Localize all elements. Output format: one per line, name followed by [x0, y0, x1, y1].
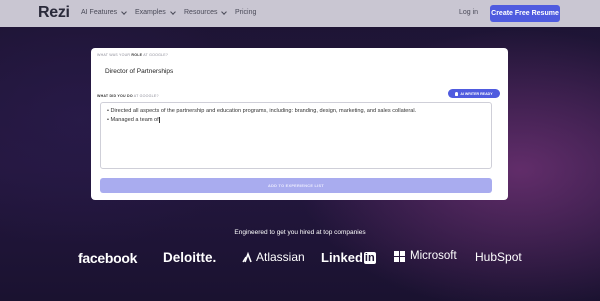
chevron-down-icon [221, 8, 228, 15]
bullet-line-text: • Managed a team of [107, 117, 159, 123]
atlassian-icon [242, 251, 252, 263]
chevron-down-icon [169, 8, 176, 15]
chevron-down-icon [121, 8, 128, 15]
did-label-suffix: AT GOOGLE? [132, 94, 159, 98]
microsoft-wordmark: Microsoft [410, 250, 457, 262]
facebook-logo: facebook [78, 250, 138, 266]
role-input[interactable]: Director of Partnerships [105, 68, 173, 75]
linkedin-in-box: in [363, 251, 376, 264]
microsoft-grid-icon [394, 250, 405, 262]
login-link[interactable]: Log in [459, 9, 478, 16]
add-to-experience-button[interactable]: ADD TO EXPERIENCE LIST [100, 178, 492, 193]
create-free-resume-button[interactable]: Create Free Resume [490, 5, 560, 22]
bullet-line-editing: • Managed a team of [107, 116, 485, 125]
did-question-label: WHAT DID YOU DO AT GOOGLE? [97, 94, 159, 98]
nav-ai-features-label: AI Features [81, 9, 118, 16]
role-label-bold: ROLE [131, 53, 143, 57]
ai-writer-badge-label: AI WRITER READY [460, 91, 493, 96]
microsoft-logo: Microsoft [394, 250, 457, 262]
companies-heading: Engineered to get you hired at top compa… [234, 229, 366, 236]
nav-resources-label: Resources [184, 9, 218, 16]
hubspot-logo: HubSpot [475, 250, 522, 264]
description-textarea[interactable]: • Directed all aspects of the partnershi… [100, 102, 492, 169]
atlassian-logo: Atlassian [242, 250, 305, 264]
nav-resources[interactable]: Resources [184, 8, 228, 16]
atlassian-wordmark: Atlassian [256, 250, 305, 264]
experience-form-card: WHAT WAS YOUR ROLE AT GOOGLE? Director o… [91, 48, 508, 200]
text-caret [158, 116, 160, 123]
linkedin-wordmark: Linked [321, 250, 363, 265]
nav-pricing[interactable]: Pricing [235, 9, 256, 16]
top-navigation: Rezi AI Features Examples Resources Pric… [0, 0, 600, 27]
lightbulb-icon [455, 91, 459, 96]
company-logos: facebook Deloitte. Atlassian Linked in M… [0, 250, 600, 270]
role-question-label: WHAT WAS YOUR ROLE AT GOOGLE? [97, 53, 168, 57]
rezi-logo[interactable]: Rezi [38, 4, 70, 22]
ai-writer-badge[interactable]: AI WRITER READY [448, 89, 500, 98]
nav-examples-label: Examples [135, 9, 166, 16]
nav-examples[interactable]: Examples [135, 8, 176, 16]
nav-ai-features[interactable]: AI Features [81, 8, 128, 16]
role-label-suffix: AT GOOGLE? [142, 53, 169, 57]
deloitte-logo: Deloitte. [163, 250, 217, 265]
nav-pricing-label: Pricing [235, 9, 257, 16]
did-label-bold: WHAT DID YOU DO [97, 94, 133, 98]
linkedin-logo: Linked in [321, 250, 376, 265]
role-label-prefix: WHAT WAS YOUR [97, 53, 132, 57]
bullet-line: • Directed all aspects of the partnershi… [107, 108, 417, 114]
